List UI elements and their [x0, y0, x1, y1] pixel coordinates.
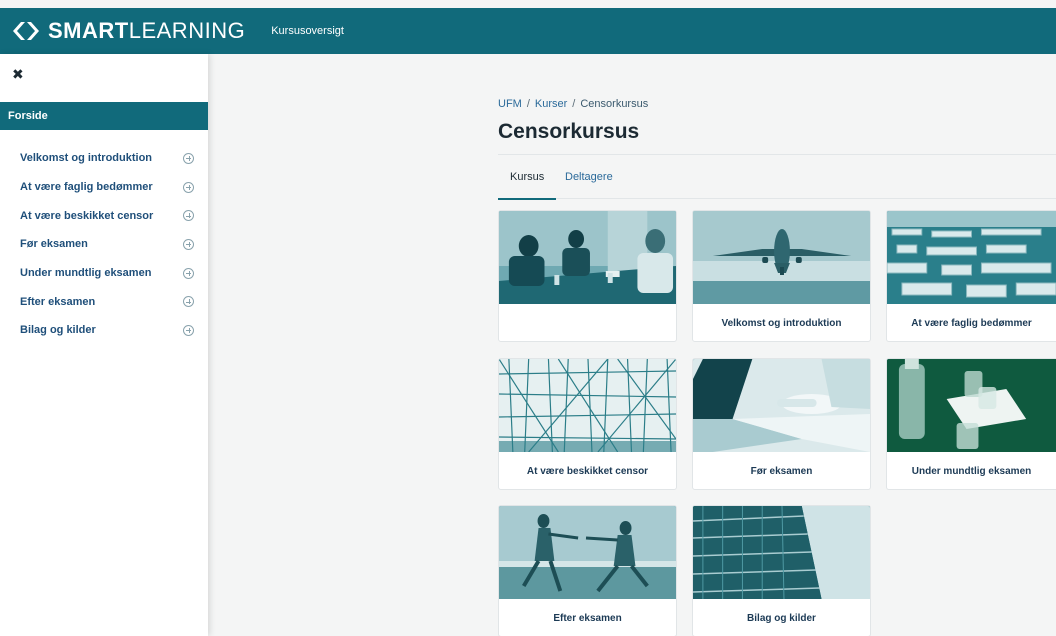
top-bar: SMARTLEARNING Kursusoversigt [0, 8, 1056, 54]
sidebar-item-forside[interactable]: Forside [0, 102, 208, 130]
course-card-label: Under mundtlig eksamen [911, 466, 1032, 477]
plus-circle-icon[interactable] [183, 210, 194, 222]
course-card-bilag-kilder[interactable]: Bilag og kilder [692, 505, 871, 636]
sidebar-item-label: Efter eksamen [20, 295, 96, 308]
sidebar-item-label: Bilag og kilder [20, 324, 96, 337]
library-image [693, 506, 870, 599]
course-card-label: Velkomst og introduktion [721, 318, 842, 329]
laptop-image [693, 359, 870, 452]
sidebar-item-label: Velkomst og introduktion [20, 152, 153, 165]
sidebar-item-label: Under mundtlig eksamen [20, 267, 152, 280]
course-card-label: At være beskikket censor [526, 466, 649, 477]
tab-kursus[interactable]: Kursus [498, 155, 557, 200]
page-title: Censorkursus [498, 120, 640, 143]
plus-circle-icon[interactable] [183, 238, 194, 250]
course-card-for-eksamen[interactable]: Før eksamen [692, 358, 871, 490]
course-grid: Velkomst og introduktion At være faglig … [498, 210, 1056, 636]
breadcrumb: UFM / Kurser / Censorkursus [498, 98, 648, 110]
breadcrumb-separator: / [572, 98, 576, 110]
course-card-label: At være faglig bedømmer [911, 318, 1032, 329]
course-card-mundtlig-eksamen[interactable]: Under mundtlig eksamen [886, 358, 1056, 490]
sidebar-item-velkomst[interactable]: Velkomst og introduktion [0, 144, 208, 173]
tab-bar: Kursus Deltagere [498, 154, 1056, 200]
plus-circle-icon[interactable] [183, 296, 194, 308]
course-card-efter-eksamen[interactable]: Efter eksamen [498, 505, 677, 636]
course-card-beskikket-censor[interactable]: At være beskikket censor [498, 358, 677, 490]
course-card-label: Før eksamen [750, 466, 813, 477]
sidebar-item-efter-eksamen[interactable]: Efter eksamen [0, 287, 208, 316]
breadcrumb-separator: / [526, 98, 530, 110]
airplane-image [693, 211, 870, 304]
sidebar-item-faglig-bedommer[interactable]: At være faglig bedømmer [0, 173, 208, 202]
runners-image [499, 506, 676, 599]
logo-text: SMARTLEARNING [48, 18, 246, 43]
breadcrumb-kurser[interactable]: Kurser [535, 98, 567, 110]
nav-kursusoversigt[interactable]: Kursusoversigt [271, 25, 344, 37]
sidebar-item-for-eksamen[interactable]: Før eksamen [0, 230, 208, 259]
course-card-label: Bilag og kilder [747, 613, 816, 624]
plus-circle-icon[interactable] [183, 152, 194, 164]
meeting-image [499, 211, 676, 304]
sidebar-menu: Velkomst og introduktion At være faglig … [0, 144, 208, 345]
plus-circle-icon[interactable] [183, 324, 194, 336]
glasses-image [887, 359, 1056, 452]
sidebar-item-label: At være faglig bedømmer [20, 181, 153, 194]
sidebar-item-bilag-kilder[interactable]: Bilag og kilder [0, 316, 208, 345]
plus-circle-icon[interactable] [183, 181, 194, 193]
plus-circle-icon[interactable] [183, 267, 194, 279]
course-card-label: Efter eksamen [553, 613, 622, 624]
course-card[interactable] [498, 210, 677, 342]
sidebar-item-label: At være beskikket censor [20, 209, 154, 222]
breadcrumb-current: Censorkursus [580, 98, 649, 110]
course-card-faglig-bedommer[interactable]: At være faglig bedømmer [886, 210, 1056, 342]
sidebar: ✖ Forside Velkomst og introduktion At væ… [0, 54, 208, 636]
sidebar-item-beskikket-censor[interactable]: At være beskikket censor [0, 201, 208, 230]
maze-image [887, 211, 1056, 304]
sidebar-item-label: Før eksamen [20, 238, 88, 251]
tab-deltagere[interactable]: Deltagere [565, 155, 613, 199]
scaffold-image [499, 359, 676, 452]
close-icon[interactable]: ✖ [12, 67, 24, 81]
logo-chevrons-icon [13, 22, 39, 40]
course-card-label [499, 304, 676, 341]
sidebar-item-mundtlig-eksamen[interactable]: Under mundtlig eksamen [0, 259, 208, 288]
logo[interactable]: SMARTLEARNING [12, 20, 245, 42]
breadcrumb-ufm[interactable]: UFM [498, 98, 522, 110]
course-card-velkomst[interactable]: Velkomst og introduktion [692, 210, 871, 342]
